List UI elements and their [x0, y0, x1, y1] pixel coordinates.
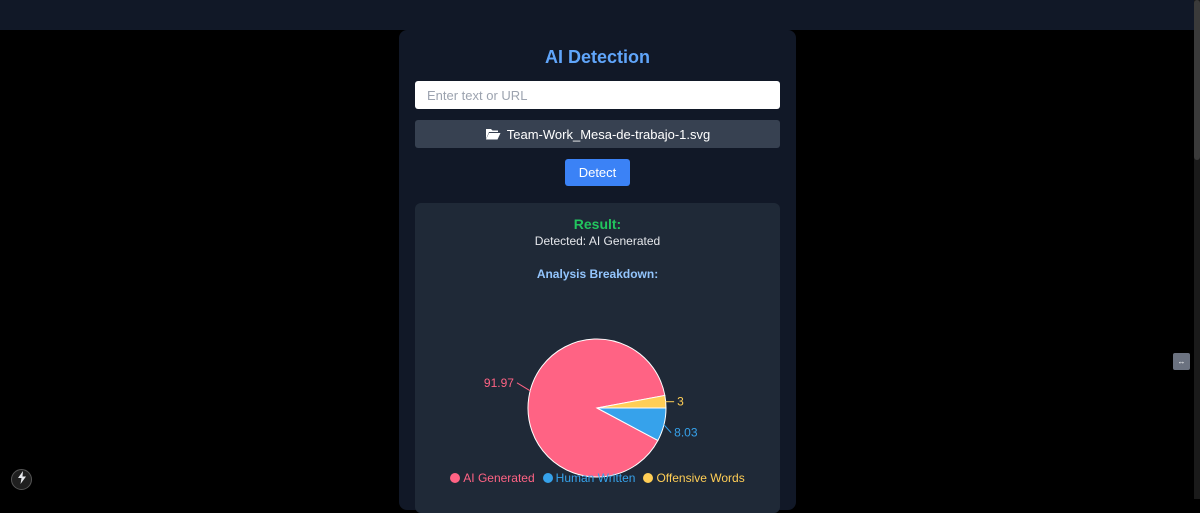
text-url-input[interactable] — [415, 81, 780, 109]
analysis-pie-chart: 91.97 8.03 3 — [484, 338, 698, 478]
legend-label-ai-generated: AI Generated — [463, 471, 535, 485]
chart-legend: AI Generated Human Written Offensive Words — [415, 471, 780, 485]
page-scrollbar[interactable] — [1194, 0, 1200, 499]
data-label-ai-generated: 91.97 — [484, 376, 514, 390]
side-widget-toggle[interactable]: ↔ — [1173, 353, 1190, 370]
file-name: Team-Work_Mesa-de-trabajo-1.svg — [506, 126, 711, 142]
file-upload-button[interactable]: Team-Work_Mesa-de-trabajo-1.svg — [415, 120, 780, 148]
page-title: AI Detection — [544, 47, 650, 67]
legend-item-human-written[interactable]: Human Written — [542, 471, 636, 485]
top-bar — [0, 0, 1200, 30]
legend-dot-ai-generated — [450, 473, 461, 483]
lightning-icon — [17, 470, 27, 489]
legend-item-ai-generated[interactable]: AI Generated — [450, 471, 535, 485]
bolt-button[interactable] — [11, 469, 32, 490]
scrollbar-thumb[interactable] — [1194, 0, 1200, 160]
legend-label-offensive-words: Offensive Words — [656, 471, 745, 485]
data-label-leader-ai-generated — [516, 382, 531, 392]
data-label-offensive-words: 3 — [677, 395, 684, 409]
legend-label-human-written: Human Written — [555, 471, 636, 485]
legend-dot-human-written — [542, 473, 553, 483]
result-title: Result: — [573, 216, 622, 232]
expand-icon: ↔ — [1177, 357, 1186, 366]
legend-dot-offensive-words — [643, 473, 654, 483]
analysis-breakdown-title: Analysis Breakdown: — [536, 267, 659, 281]
data-label-human-written: 8.03 — [674, 426, 698, 440]
folder-open-icon — [485, 128, 501, 140]
result-panel: Result: Detected: AI Generated Analysis … — [415, 203, 780, 513]
detection-card: AI Detection Team-Work_Mesa-de-trabajo-1… — [399, 30, 796, 513]
detect-button[interactable]: Detect — [565, 159, 630, 186]
result-detected-text: Detected: AI Generated — [534, 234, 661, 248]
data-label-leader-human-written — [663, 424, 672, 434]
legend-item-offensive-words[interactable]: Offensive Words — [643, 471, 745, 485]
